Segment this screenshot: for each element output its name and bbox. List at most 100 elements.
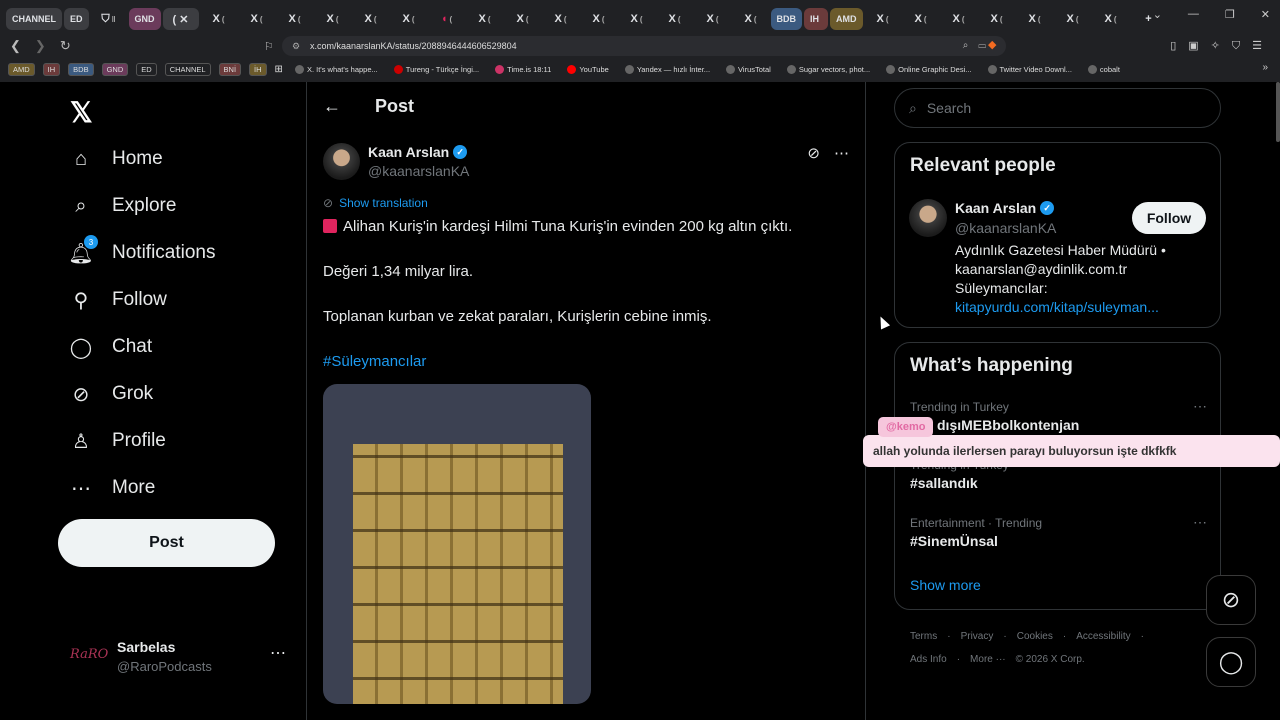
author-name[interactable]: Kaan Arslan ✓ bbox=[368, 144, 468, 160]
tab-x[interactable]: X( bbox=[979, 8, 1015, 30]
grok-icon[interactable]: ⊘ bbox=[807, 144, 820, 162]
tab-x[interactable]: X( bbox=[941, 8, 977, 30]
site-info-icon[interactable]: ⚙ bbox=[292, 36, 300, 56]
bio-link[interactable]: kitapyurdu.com/kitap/suleyman... bbox=[955, 298, 1210, 317]
nav-profile[interactable]: ♙ Profile bbox=[68, 428, 166, 454]
tab-x[interactable]: X( bbox=[1017, 8, 1053, 30]
account-switcher[interactable]: RaRO Sarbelas @RaroPodcasts ⋯ bbox=[56, 635, 296, 685]
more-options-icon[interactable]: ⋯ bbox=[1193, 514, 1207, 531]
x-logo-icon[interactable]: 𝕏 bbox=[70, 96, 93, 129]
tab-ih[interactable]: IH bbox=[804, 8, 829, 30]
bookmark-link[interactable]: VirusTotal bbox=[722, 64, 775, 75]
tab-x[interactable]: X( bbox=[391, 8, 427, 30]
back-icon[interactable]: ❮ bbox=[10, 38, 21, 54]
post-image[interactable] bbox=[323, 384, 591, 704]
tab-x[interactable]: X( bbox=[467, 8, 503, 30]
chat-fab-button[interactable]: ◯ bbox=[1206, 637, 1256, 687]
apps-grid-icon[interactable]: ⊞ bbox=[275, 64, 283, 75]
trend-item[interactable]: Trending in Turkey dışıMEBbolkontenjan ⋯ bbox=[910, 398, 1207, 433]
nav-notifications[interactable]: 🔔︎ 3 Notifications bbox=[68, 235, 216, 266]
tab-x[interactable]: X( bbox=[695, 8, 731, 30]
bookmark-channel[interactable]: CHANNEL bbox=[164, 62, 211, 76]
bookmark-ih2[interactable]: İH bbox=[249, 62, 267, 76]
tab-x[interactable]: X( bbox=[239, 8, 275, 30]
bookmark-link[interactable]: Time.is 18:11 bbox=[491, 64, 555, 75]
bookmark-gnd[interactable]: GND bbox=[101, 62, 129, 76]
tab-x[interactable]: X( bbox=[315, 8, 351, 30]
tab-x[interactable]: X( bbox=[865, 8, 901, 30]
tab-x[interactable]: X( bbox=[619, 8, 655, 30]
tab-red[interactable]: ◖( bbox=[429, 8, 465, 30]
forward-icon[interactable]: ❯ bbox=[35, 38, 46, 54]
person-handle[interactable]: @kaanarslanKA bbox=[955, 220, 1056, 236]
bookmark-ed[interactable]: ED bbox=[136, 62, 157, 76]
grok-fab-button[interactable]: ⊘ bbox=[1206, 575, 1256, 625]
bookmarks-overflow-icon[interactable]: » bbox=[1262, 62, 1268, 73]
tab-amd[interactable]: AMD bbox=[830, 8, 863, 30]
nav-grok[interactable]: ⊘ Grok bbox=[68, 381, 154, 407]
avatar[interactable] bbox=[909, 199, 947, 237]
address-bar[interactable]: ⚙ x.com/kaanarslanKA/status/208894644460… bbox=[282, 36, 1006, 56]
tab-x[interactable]: X( bbox=[201, 8, 237, 30]
minimize-icon[interactable]: — bbox=[1188, 8, 1199, 21]
show-more-link[interactable]: Show more bbox=[910, 577, 981, 593]
reload-icon[interactable]: ↻ bbox=[60, 38, 71, 54]
tab-active[interactable]: ( ✕ bbox=[162, 8, 199, 30]
close-window-icon[interactable]: ✕ bbox=[1261, 8, 1270, 21]
post-button[interactable]: Post bbox=[58, 519, 275, 567]
tab-x[interactable]: X( bbox=[1055, 8, 1091, 30]
footer-link-privacy[interactable]: Privacy bbox=[961, 631, 994, 642]
bookmark-link[interactable]: Twitter Video Downl... bbox=[984, 64, 1076, 75]
tab-x[interactable]: X( bbox=[505, 8, 541, 30]
footer-link-accessibility[interactable]: Accessibility bbox=[1076, 631, 1130, 642]
scrollbar[interactable] bbox=[1276, 82, 1280, 142]
more-options-icon[interactable]: ⋯ bbox=[1193, 398, 1207, 415]
bookmark-link[interactable]: cobalt bbox=[1084, 64, 1124, 75]
trend-item[interactable]: Entertainment · Trending #SinemÜnsal ⋯ bbox=[910, 514, 1207, 549]
bookmark-bni[interactable]: BNİ bbox=[218, 62, 242, 76]
author-avatar[interactable] bbox=[323, 143, 360, 180]
more-options-icon[interactable]: ⋯ bbox=[834, 144, 849, 162]
tab-ed[interactable]: ED bbox=[64, 8, 89, 30]
bookmark-link[interactable]: X. It's what's happe... bbox=[291, 64, 382, 75]
show-translation[interactable]: ⊘ Show translation bbox=[323, 196, 428, 210]
footer-link-ads-info[interactable]: Ads Info bbox=[910, 654, 947, 665]
bookmark-bdb[interactable]: BDB bbox=[68, 62, 94, 76]
tab-x[interactable]: X( bbox=[353, 8, 389, 30]
nav-chat[interactable]: ◯ Chat bbox=[68, 334, 152, 360]
bookmark-amd[interactable]: AMD bbox=[8, 62, 35, 76]
bookmark-link[interactable]: YouTube bbox=[563, 64, 612, 75]
tab-x[interactable]: X( bbox=[903, 8, 939, 30]
tab-x[interactable]: X( bbox=[1093, 8, 1129, 30]
footer-link-more[interactable]: More ··· bbox=[970, 654, 1006, 665]
tab-search-icon[interactable]: ⌄ bbox=[1153, 8, 1162, 21]
back-arrow-icon[interactable]: ← bbox=[323, 96, 341, 117]
bookmark-ih[interactable]: IH bbox=[42, 62, 61, 76]
tab-x[interactable]: X( bbox=[581, 8, 617, 30]
nav-follow[interactable]: ⚲ Follow bbox=[68, 287, 167, 313]
nav-more[interactable]: ⋯ More bbox=[68, 475, 155, 501]
tab-x[interactable]: X( bbox=[543, 8, 579, 30]
tab-bdb[interactable]: BDB bbox=[770, 8, 803, 30]
bookmark-link[interactable]: Online Graphic Desi... bbox=[882, 64, 975, 75]
footer-link-cookies[interactable]: Cookies bbox=[1017, 631, 1053, 642]
tab-x[interactable]: X( bbox=[733, 8, 769, 30]
bookmark-link[interactable]: Tureng - Türkçe İngi... bbox=[390, 64, 483, 75]
tab-shield[interactable]: ⛉ ‖ bbox=[91, 8, 127, 30]
footer-link-terms[interactable]: Terms bbox=[910, 631, 937, 642]
tab-x[interactable]: X( bbox=[657, 8, 693, 30]
nav-home[interactable]: ⌂ Home bbox=[68, 146, 163, 172]
bookmark-page-icon[interactable]: ⚐ bbox=[264, 40, 274, 53]
bookmark-link[interactable]: Sugar vectors, phot... bbox=[783, 64, 874, 75]
brave-shield-icon[interactable]: ◆ bbox=[988, 38, 996, 51]
tab-gnd[interactable]: GND bbox=[128, 8, 161, 30]
tab-channel[interactable]: CHANNEL bbox=[6, 8, 62, 30]
hashtag-link[interactable]: #Süleymancılar bbox=[323, 353, 426, 370]
restore-icon[interactable]: ❐ bbox=[1225, 8, 1235, 21]
bookmark-link[interactable]: Yandex — hızlı İnter... bbox=[621, 64, 714, 75]
author-handle[interactable]: @kaanarslanKA bbox=[368, 163, 469, 179]
nav-explore[interactable]: ⌕ Explore bbox=[68, 193, 176, 219]
tab-x[interactable]: X( bbox=[277, 8, 313, 30]
follow-button[interactable]: Follow bbox=[1132, 202, 1206, 234]
more-options-icon[interactable]: ⋯ bbox=[270, 643, 286, 663]
